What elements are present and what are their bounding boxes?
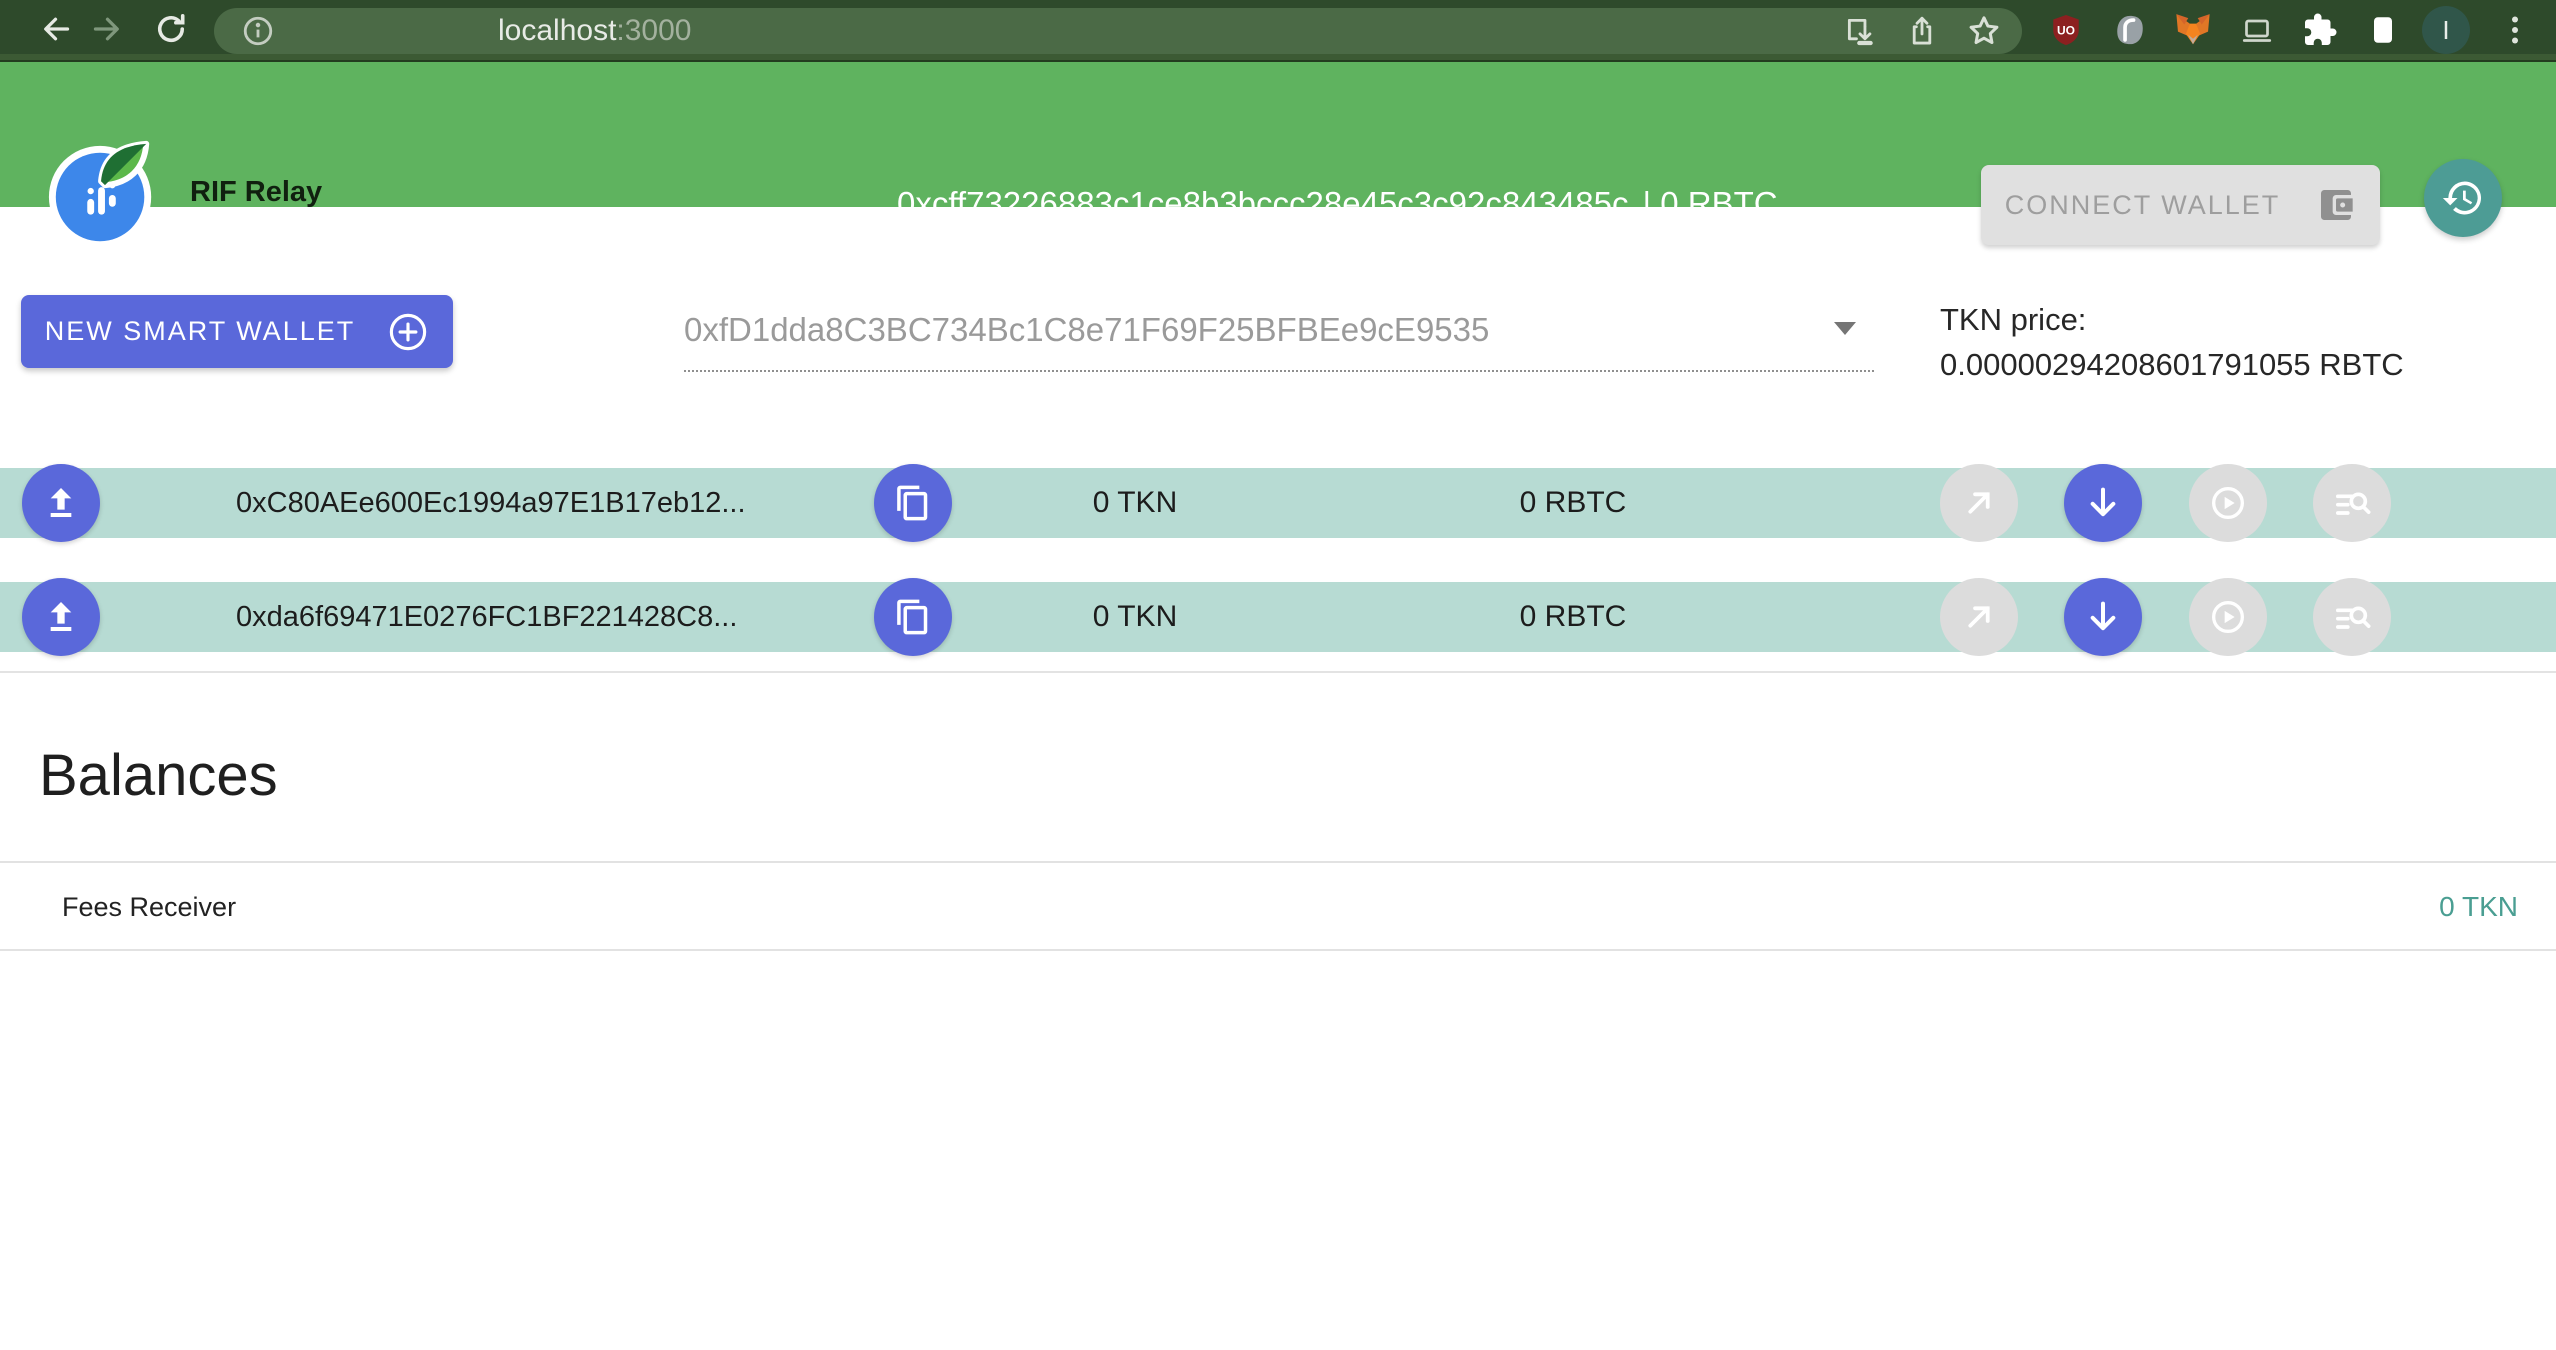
url-bar[interactable]: localhost:3000 [214,8,2022,54]
smart-wallet-row: 0xda6f69471E0276FC1BF221428C8... 0 TKN 0… [0,582,2556,652]
downloads-icon[interactable] [1840,11,1880,51]
arrow-up-right-icon [1960,598,1998,636]
add-circle-icon [387,311,429,353]
transactions-search-button[interactable] [2313,464,2391,542]
browser-toolbar: localhost:3000 UO [0,0,2556,62]
transactions-search-button[interactable] [2313,578,2391,656]
manage-search-icon [2332,597,2372,637]
wallet-icon [2316,185,2356,225]
tkn-price: TKN price: 0.00000294208601791055 RBTC [1940,297,2404,387]
extensions-puzzle-icon[interactable] [2300,10,2340,50]
copy-icon [894,598,932,636]
manage-search-icon [2332,483,2372,523]
upload-icon [41,597,81,637]
smart-wallet-address: 0xda6f69471E0276FC1BF221428C8... [236,582,737,652]
wallet-rbtc-balance: 0 RBTC [1478,582,1668,652]
smart-wallet-select[interactable]: 0xfD1dda8C3BC734Bc1C8e71F69F25BFBEe9cE95… [684,290,1874,372]
extension-s-icon[interactable] [2110,10,2150,50]
balances-title: Balances [39,736,278,816]
execute-button[interactable] [2189,578,2267,656]
play-circle-icon [2208,597,2248,637]
wallet-rbtc-balance: 0 RBTC [1478,468,1668,538]
side-panel-icon[interactable] [2363,10,2403,50]
smart-wallet-row: 0xC80AEe600Ec1994a97E1B17eb12... 0 TKN 0… [0,468,2556,538]
chevron-down-icon [1834,322,1856,335]
site-info-icon[interactable] [238,11,278,51]
account-balance: | 0 RBTC [1642,185,1777,223]
refresh-history-icon [2441,176,2485,220]
arrow-down-icon [2083,483,2123,523]
copy-address-button[interactable] [874,464,952,542]
execute-button[interactable] [2189,464,2267,542]
receive-button[interactable] [2064,464,2142,542]
screen-share-icon[interactable] [2237,10,2277,50]
new-smart-wallet-button[interactable]: NEW SMART WALLET [21,295,453,368]
smart-wallet-select-value: 0xfD1dda8C3BC734Bc1C8e71F69F25BFBEe9cE95… [684,311,1489,349]
arrow-up-right-icon [1960,484,1998,522]
screen: localhost:3000 UO [0,0,2556,1350]
url-host: localhost [498,14,616,48]
balances-row: Fees Receiver 0 TKN [0,861,2556,951]
copy-icon [894,484,932,522]
connect-wallet-button[interactable]: CONNECT WALLET [1981,165,2380,245]
refresh-button[interactable] [2424,159,2502,237]
receive-button[interactable] [2064,578,2142,656]
share-icon[interactable] [1902,11,1942,51]
rif-logo-icon [44,136,162,254]
reload-icon[interactable] [153,11,189,47]
metamask-icon[interactable] [2173,10,2213,50]
ublock-icon[interactable]: UO [2046,10,2086,50]
back-icon[interactable] [39,11,75,47]
ublock-badge: UO [2057,24,2075,38]
arrow-down-icon [2083,597,2123,637]
tkn-price-label: TKN price: [1940,297,2404,342]
divider [0,671,2556,673]
fees-receiver-value: 0 TKN [2439,863,2518,951]
connect-wallet-label: CONNECT WALLET [2005,190,2281,221]
app-title: RIF Relay [190,176,322,209]
account-summary: 0xcff73226883c1ce8b3bccc28e45c3c92c84348… [897,182,1778,226]
deploy-upload-button[interactable] [22,578,100,656]
profile-avatar[interactable]: I [2422,6,2470,54]
transfer-button[interactable] [1940,578,2018,656]
play-circle-icon [2208,483,2248,523]
profile-initial: I [2442,15,2449,46]
app-header: RIF Relay 0xcff73226883c1ce8b3bccc28e45c… [0,62,2556,207]
new-smart-wallet-label: NEW SMART WALLET [45,316,356,347]
upload-icon [41,483,81,523]
deploy-upload-button[interactable] [22,464,100,542]
forward-icon[interactable] [88,11,124,47]
menu-dots-icon[interactable] [2495,10,2535,50]
copy-address-button[interactable] [874,578,952,656]
transfer-button[interactable] [1940,464,2018,542]
bookmark-star-icon[interactable] [1964,11,2004,51]
wallet-tkn-balance: 0 TKN [1040,582,1230,652]
tkn-price-value: 0.00000294208601791055 RBTC [1940,342,2404,387]
smart-wallet-address: 0xC80AEe600Ec1994a97E1B17eb12... [236,468,746,538]
url-port: :3000 [616,14,691,48]
fees-receiver-label: Fees Receiver [62,863,236,951]
wallet-tkn-balance: 0 TKN [1040,468,1230,538]
url-text[interactable]: localhost:3000 [498,8,691,54]
account-address: 0xcff73226883c1ce8b3bccc28e45c3c92c84348… [897,185,1628,223]
